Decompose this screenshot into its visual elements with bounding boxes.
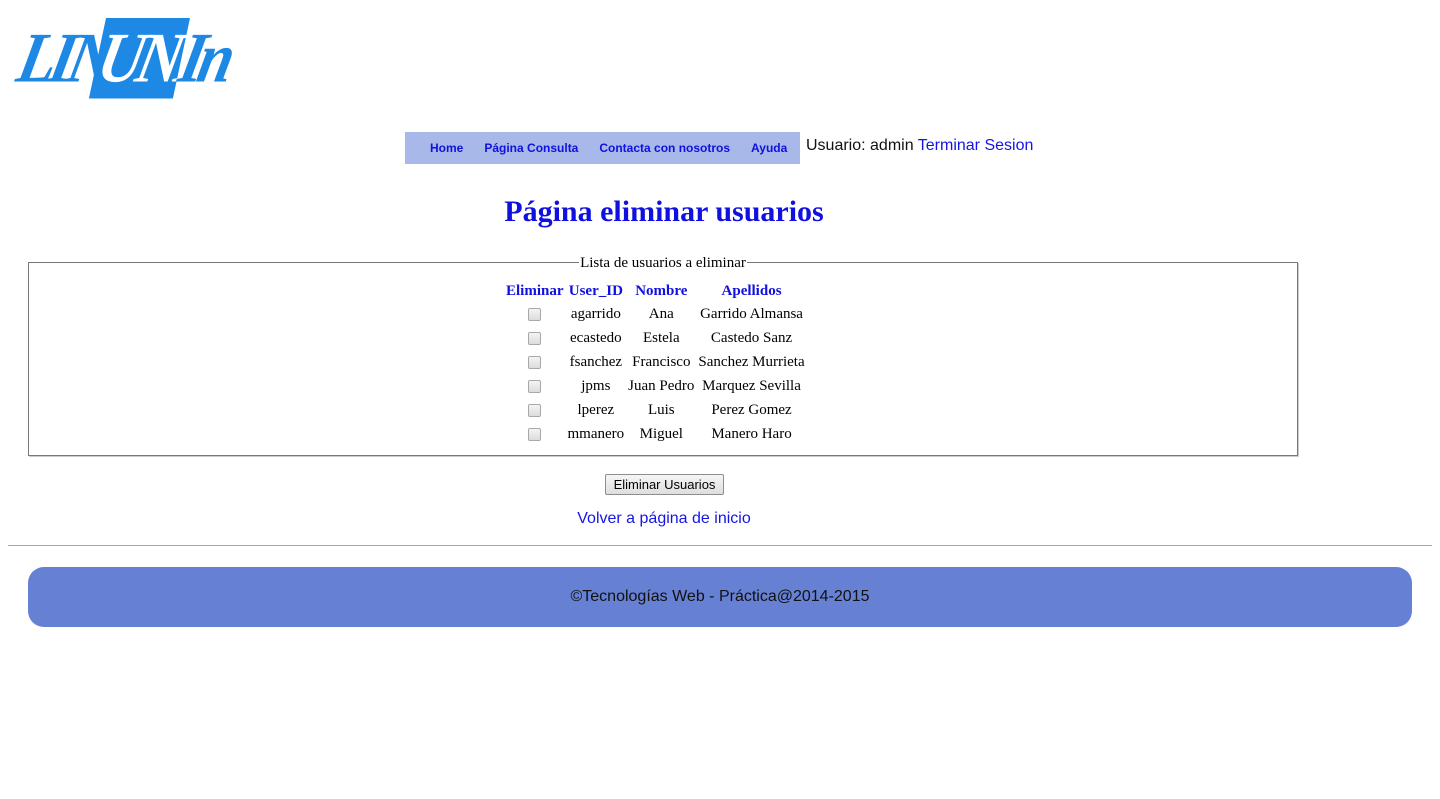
nav-pagina-consulta[interactable]: Página Consulta [484, 141, 578, 155]
checkbox-cell [505, 399, 565, 421]
fieldset-legend: Lista de usuarios a eliminar [579, 255, 747, 271]
cell-apellidos: Marquez Sevilla [702, 377, 801, 394]
delete-checkbox[interactable] [528, 331, 542, 345]
eliminar-usuarios-button[interactable]: Eliminar Usuarios [605, 474, 724, 495]
footer-text: ©Tecnologías Web - Práctica@2014-2015 [570, 588, 870, 605]
cell-user-id: fsanchez [569, 353, 623, 370]
header-user-id: User_ID [568, 282, 623, 299]
nav-ayuda[interactable]: Ayuda [751, 141, 787, 155]
user-info: Usuario: admin Terminar Sesion [806, 137, 1033, 155]
table-row: mmanero Miguel Manero Haro [505, 423, 806, 445]
table-row: lperez Luis Perez Gomez [505, 399, 806, 421]
table-row: jpms Juan Pedro Marquez Sevilla [505, 375, 806, 397]
cell-user-id: jpms [581, 377, 611, 394]
table-row: agarrido Ana Garrido Almansa [505, 303, 806, 325]
logout-link[interactable]: Terminar Sesion [918, 137, 1034, 154]
delete-checkbox[interactable] [528, 379, 542, 393]
nav-home[interactable]: Home [430, 141, 463, 155]
cell-apellidos: Perez Gomez [711, 401, 792, 418]
header-apellidos: Apellidos [721, 282, 782, 299]
delete-checkbox[interactable] [528, 355, 542, 369]
nav-contacta[interactable]: Contacta con nosotros [599, 141, 730, 155]
user-label: Usuario: admin [806, 137, 914, 154]
users-table: Eliminar User_ID Nombre Apellidos agarri… [503, 279, 808, 447]
cell-user-id: ecastedo [570, 329, 622, 346]
cell-user-id: lperez [577, 401, 615, 418]
header-nombre: Nombre [635, 282, 688, 299]
back-home-link[interactable]: Volver a página de inicio [0, 510, 1328, 528]
cell-user-id: agarrido [570, 305, 621, 322]
cell-apellidos: Sanchez Murrieta [698, 353, 805, 370]
page-title: Página eliminar usuarios [504, 195, 824, 228]
cell-nombre: Juan Pedro [628, 377, 695, 394]
cell-apellidos: Castedo Sanz [710, 329, 793, 346]
cell-nombre: Estela [642, 329, 680, 346]
checkbox-cell [505, 327, 565, 349]
site-logo: LINK UNED In [11, 18, 259, 99]
footer: ©Tecnologías Web - Práctica@2014-2015 [28, 567, 1412, 627]
delete-checkbox[interactable] [528, 307, 542, 321]
cell-nombre: Luis [647, 401, 675, 418]
checkbox-cell [505, 351, 565, 373]
delete-checkbox[interactable] [528, 403, 542, 417]
horizontal-rule [8, 545, 1432, 546]
cell-apellidos: Garrido Almansa [700, 305, 803, 322]
table-row: fsanchez Francisco Sanchez Murrieta [505, 351, 806, 373]
table-header-row: Eliminar User_ID Nombre Apellidos [505, 281, 806, 301]
checkbox-cell [505, 375, 565, 397]
users-fieldset: Lista de usuarios a eliminar Eliminar Us… [28, 255, 1298, 456]
cell-nombre: Ana [648, 305, 674, 322]
checkbox-cell [505, 303, 565, 325]
fieldset-legend-wrap: Lista de usuarios a eliminar [29, 254, 1297, 272]
cell-nombre: Miguel [639, 425, 683, 442]
cell-nombre: Francisco [632, 353, 691, 370]
cell-apellidos: Manero Haro [711, 425, 792, 442]
main-nav: Home Página Consulta Contacta con nosotr… [405, 132, 800, 164]
cell-user-id: mmanero [567, 425, 625, 442]
header-eliminar: Eliminar [506, 282, 564, 299]
checkbox-cell [505, 423, 565, 445]
table-row: ecastedo Estela Castedo Sanz [505, 327, 806, 349]
delete-checkbox[interactable] [528, 427, 542, 441]
